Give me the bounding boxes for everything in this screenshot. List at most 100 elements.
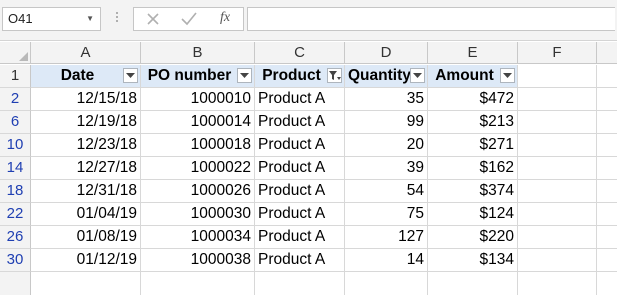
row-header[interactable]: 18 xyxy=(0,180,31,203)
cell-quantity[interactable]: 75 xyxy=(345,203,428,226)
cell-empty[interactable] xyxy=(31,272,141,295)
cell-po-number[interactable]: 1000014 xyxy=(141,111,255,134)
cell-product[interactable]: Product A xyxy=(255,111,345,134)
header-cell-amount[interactable]: Amount xyxy=(428,65,518,88)
cell-po-number[interactable]: 1000026 xyxy=(141,180,255,203)
filter-dropdown-icon[interactable] xyxy=(123,68,138,83)
cell-date[interactable]: 01/08/19 xyxy=(31,226,141,249)
column-header-g[interactable] xyxy=(597,42,617,64)
enter-check-icon[interactable] xyxy=(181,12,197,26)
column-header-f[interactable]: F xyxy=(518,42,597,64)
row-header[interactable]: 14 xyxy=(0,157,31,180)
cell-po-number[interactable]: 1000030 xyxy=(141,203,255,226)
cell-empty[interactable] xyxy=(597,111,617,134)
cell-empty[interactable] xyxy=(255,272,345,295)
cell-empty[interactable] xyxy=(518,157,597,180)
cell-amount[interactable]: $374 xyxy=(428,180,518,203)
filter-dropdown-icon[interactable] xyxy=(500,68,515,83)
cell-empty[interactable] xyxy=(518,134,597,157)
cell-amount[interactable]: $213 xyxy=(428,111,518,134)
cell-amount[interactable]: $162 xyxy=(428,157,518,180)
cell-product[interactable]: Product A xyxy=(255,249,345,272)
row-header[interactable]: 1 xyxy=(0,65,31,88)
cell-product[interactable]: Product A xyxy=(255,134,345,157)
cell-date[interactable]: 12/23/18 xyxy=(31,134,141,157)
cell-quantity[interactable]: 20 xyxy=(345,134,428,157)
cell-empty[interactable] xyxy=(597,226,617,249)
filter-dropdown-icon[interactable] xyxy=(410,68,425,83)
cell-empty[interactable] xyxy=(141,272,255,295)
cell-empty[interactable] xyxy=(518,272,597,295)
cell-empty[interactable] xyxy=(518,203,597,226)
row-header[interactable]: 30 xyxy=(0,249,31,272)
cell-po-number[interactable]: 1000010 xyxy=(141,88,255,111)
cell-empty[interactable] xyxy=(597,157,617,180)
cell-product[interactable]: Product A xyxy=(255,88,345,111)
cell-po-number[interactable]: 1000038 xyxy=(141,249,255,272)
filter-active-icon[interactable] xyxy=(327,68,342,83)
header-cell-quantity[interactable]: Quantity xyxy=(345,65,428,88)
column-header-d[interactable]: D xyxy=(345,42,428,64)
cell-product[interactable]: Product A xyxy=(255,226,345,249)
row-header[interactable] xyxy=(0,272,31,295)
row-header[interactable]: 26 xyxy=(0,226,31,249)
cell-amount[interactable]: $271 xyxy=(428,134,518,157)
cell-po-number[interactable]: 1000034 xyxy=(141,226,255,249)
cell-po-number[interactable]: 1000018 xyxy=(141,134,255,157)
cell-quantity[interactable]: 39 xyxy=(345,157,428,180)
cell-f1[interactable] xyxy=(518,65,597,88)
cell-empty[interactable] xyxy=(518,249,597,272)
cell-amount[interactable]: $472 xyxy=(428,88,518,111)
cell-empty[interactable] xyxy=(518,111,597,134)
column-header-c[interactable]: C xyxy=(255,42,345,64)
insert-function-icon[interactable]: fx xyxy=(220,10,230,26)
cell-date[interactable]: 12/27/18 xyxy=(31,157,141,180)
row-header[interactable]: 2 xyxy=(0,88,31,111)
cell-g1[interactable] xyxy=(597,65,617,88)
cell-date[interactable]: 01/04/19 xyxy=(31,203,141,226)
header-cell-po-number[interactable]: PO number xyxy=(141,65,255,88)
cell-empty[interactable] xyxy=(518,180,597,203)
cell-quantity[interactable]: 99 xyxy=(345,111,428,134)
cell-date[interactable]: 12/31/18 xyxy=(31,180,141,203)
cell-empty[interactable] xyxy=(518,88,597,111)
cell-empty[interactable] xyxy=(597,272,617,295)
cell-amount[interactable]: $220 xyxy=(428,226,518,249)
cell-empty[interactable] xyxy=(428,272,518,295)
formula-bar-grip-icon[interactable] xyxy=(114,10,120,26)
cell-quantity[interactable]: 14 xyxy=(345,249,428,272)
column-header-b[interactable]: B xyxy=(141,42,255,64)
cell-quantity[interactable]: 127 xyxy=(345,226,428,249)
name-box-dropdown-icon[interactable]: ▼ xyxy=(86,8,94,30)
cell-quantity[interactable]: 54 xyxy=(345,180,428,203)
column-header-a[interactable]: A xyxy=(31,42,141,64)
cell-date[interactable]: 01/12/19 xyxy=(31,249,141,272)
cell-empty[interactable] xyxy=(597,249,617,272)
cell-empty[interactable] xyxy=(597,180,617,203)
name-box[interactable]: O41 ▼ xyxy=(2,7,101,31)
cell-empty[interactable] xyxy=(597,134,617,157)
filter-dropdown-icon[interactable] xyxy=(237,68,252,83)
header-cell-product[interactable]: Product xyxy=(255,65,345,88)
cell-product[interactable]: Product A xyxy=(255,203,345,226)
cell-empty[interactable] xyxy=(597,203,617,226)
cell-empty[interactable] xyxy=(345,272,428,295)
row-header[interactable]: 22 xyxy=(0,203,31,226)
select-all-button[interactable] xyxy=(0,42,31,64)
cell-product[interactable]: Product A xyxy=(255,180,345,203)
row-header[interactable]: 10 xyxy=(0,134,31,157)
cell-empty[interactable] xyxy=(597,88,617,111)
cell-product[interactable]: Product A xyxy=(255,157,345,180)
cell-quantity[interactable]: 35 xyxy=(345,88,428,111)
cancel-icon[interactable] xyxy=(146,12,160,26)
cell-date[interactable]: 12/19/18 xyxy=(31,111,141,134)
row-header[interactable]: 6 xyxy=(0,111,31,134)
cell-amount[interactable]: $134 xyxy=(428,249,518,272)
cell-date[interactable]: 12/15/18 xyxy=(31,88,141,111)
column-header-e[interactable]: E xyxy=(428,42,518,64)
formula-input[interactable] xyxy=(247,7,615,31)
cell-po-number[interactable]: 1000022 xyxy=(141,157,255,180)
cell-amount[interactable]: $124 xyxy=(428,203,518,226)
cell-empty[interactable] xyxy=(518,226,597,249)
header-cell-date[interactable]: Date xyxy=(31,65,141,88)
